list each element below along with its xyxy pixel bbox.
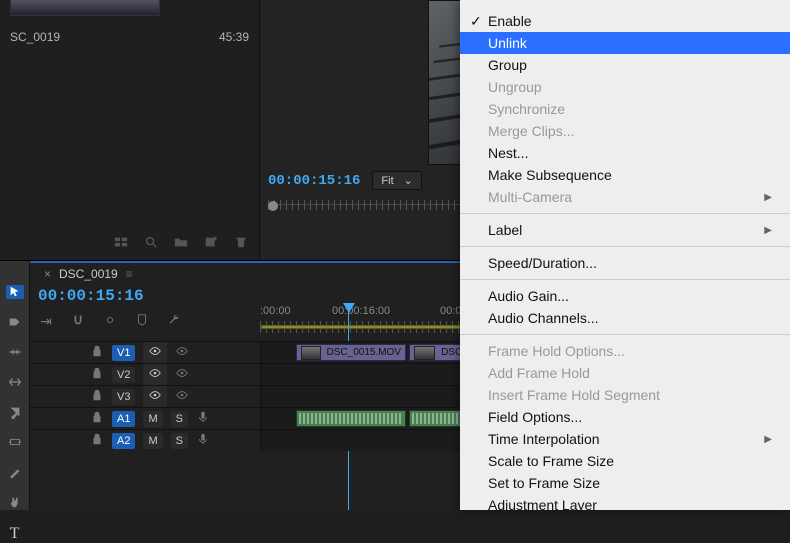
sequence-timecode[interactable]: 00:00:15:16 [38, 287, 182, 305]
clip-label: DSC_0015.MOV [327, 347, 401, 358]
video-clip[interactable]: DSC_0015.MOV [296, 344, 406, 361]
lock-icon[interactable] [90, 366, 104, 383]
menu-item: Ungroup [460, 76, 790, 98]
mute-toggle[interactable]: M [143, 411, 162, 427]
track-target-toggle[interactable]: V1 [112, 345, 135, 361]
menu-item: Add Frame Hold [460, 362, 790, 384]
menu-item: Frame Hold Options... [460, 340, 790, 362]
zoom-fit-dropdown[interactable]: Fit ⌄ [372, 171, 421, 190]
menu-separator [460, 279, 790, 280]
menu-item: Multi-Camera [460, 186, 790, 208]
insert-icon[interactable]: ⇥ [38, 313, 54, 330]
sequence-tab[interactable]: × DSC_0019 ≡ [38, 263, 139, 285]
project-panel[interactable]: SC_0019 45:39 [0, 0, 260, 260]
eye-icon[interactable] [175, 388, 189, 405]
pen-tool[interactable] [6, 465, 24, 479]
menu-item[interactable]: Audio Gain... [460, 285, 790, 307]
hand-tool[interactable] [6, 495, 24, 509]
solo-toggle[interactable]: S [171, 433, 188, 449]
menu-item: Merge Clips... [460, 120, 790, 142]
menu-item[interactable]: Nest... [460, 142, 790, 164]
menu-item[interactable]: Enable [460, 10, 790, 32]
lock-icon[interactable] [90, 432, 104, 449]
marker-settings-icon[interactable] [134, 313, 150, 330]
track-target-toggle[interactable]: A2 [112, 433, 135, 449]
menu-item[interactable]: Scale to Frame Size [460, 450, 790, 472]
folder-icon[interactable] [173, 234, 189, 250]
razor-tool[interactable] [6, 405, 24, 419]
ripple-edit-tool[interactable] [6, 345, 24, 359]
track-target-toggle[interactable]: V2 [112, 367, 135, 383]
menu-item[interactable]: Group [460, 54, 790, 76]
menu-item[interactable]: Speed/Duration... [460, 252, 790, 274]
linked-selection-icon[interactable] [102, 313, 118, 330]
menu-item[interactable]: Time Interpolation [460, 428, 790, 450]
solo-toggle[interactable]: S [171, 411, 188, 427]
chevron-down-icon: ⌄ [404, 174, 413, 187]
voiceover-mic-icon[interactable] [196, 432, 210, 449]
tool-palette: T [0, 261, 30, 510]
menu-separator [460, 334, 790, 335]
sync-lock-icon[interactable] [143, 364, 167, 385]
track-target-toggle[interactable]: V3 [112, 389, 135, 405]
work-area-bar[interactable] [261, 325, 491, 329]
sync-lock-icon[interactable] [143, 386, 167, 407]
clip-context-menu[interactable]: EnableUnlinkGroupUngroupSynchronizeMerge… [460, 0, 790, 510]
new-bin-icon[interactable] [203, 234, 219, 250]
clip-thumb [301, 346, 321, 360]
sequence-name: DSC_0019 [59, 267, 118, 281]
menu-item[interactable]: Adjustment Layer [460, 494, 790, 510]
clip-thumbnail[interactable] [10, 0, 160, 16]
snap-magnet-icon[interactable] [70, 313, 86, 330]
menu-item: Insert Frame Hold Segment [460, 384, 790, 406]
menu-item[interactable]: Audio Channels... [460, 307, 790, 329]
close-icon[interactable]: × [44, 267, 51, 281]
type-tool[interactable]: T [6, 525, 24, 543]
ruler-label: 00:00:16:00 [332, 305, 390, 317]
clip-thumb [414, 346, 435, 360]
menu-item[interactable]: Unlink [460, 32, 790, 54]
monitor-timecode[interactable]: 00:00:15:16 [268, 173, 360, 189]
clip-name[interactable]: SC_0019 [10, 30, 60, 44]
menu-separator [460, 213, 790, 214]
eye-icon[interactable] [175, 366, 189, 383]
selection-tool[interactable] [6, 285, 24, 299]
sync-lock-icon[interactable] [143, 342, 167, 363]
menu-item[interactable]: Field Options... [460, 406, 790, 428]
tab-menu-icon[interactable]: ≡ [126, 267, 133, 281]
menu-item: Synchronize [460, 98, 790, 120]
fit-label: Fit [381, 175, 393, 187]
slip-tool[interactable] [6, 435, 24, 449]
menu-separator [460, 246, 790, 247]
eye-icon[interactable] [175, 344, 189, 361]
clip-duration: 45:39 [219, 30, 249, 44]
voiceover-mic-icon[interactable] [196, 410, 210, 427]
zoom-knob[interactable] [268, 201, 278, 211]
wrench-icon[interactable] [166, 313, 182, 330]
mute-toggle[interactable]: M [143, 433, 162, 449]
track-target-toggle[interactable]: A1 [112, 411, 135, 427]
trash-icon[interactable] [233, 234, 249, 250]
lock-icon[interactable] [90, 388, 104, 405]
menu-item[interactable]: Set to Frame Size [460, 472, 790, 494]
track-select-tool[interactable] [6, 315, 24, 329]
search-icon[interactable] [143, 234, 159, 250]
menu-item[interactable]: Make Subsequence [460, 164, 790, 186]
lock-icon[interactable] [90, 344, 104, 361]
rate-stretch-tool[interactable] [6, 375, 24, 389]
audio-clip[interactable] [296, 410, 406, 427]
ruler-label: :00:00 [260, 305, 291, 317]
menu-item[interactable]: Label [460, 219, 790, 241]
list-view-icon[interactable] [113, 234, 129, 250]
lock-icon[interactable] [90, 410, 104, 427]
